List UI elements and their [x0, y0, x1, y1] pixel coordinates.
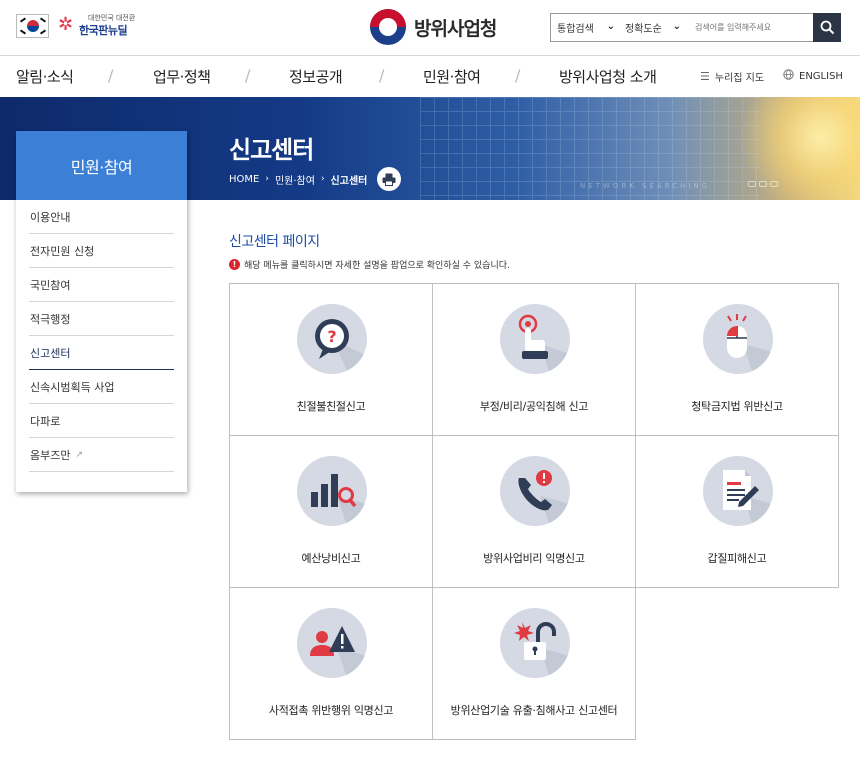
report-card-defense-corruption[interactable]: 방위사업비리 익명신고	[432, 435, 636, 588]
hand-press-icon	[500, 304, 570, 374]
side-menu-item-e-petition[interactable]: 전자민원 신청	[29, 234, 174, 268]
gnb-item-news[interactable]: 알림·소식	[16, 66, 74, 87]
breadcrumb-home[interactable]: HOME	[229, 174, 259, 185]
section-title: 신고센터 페이지	[229, 234, 320, 250]
main-navigation: 알림·소식 / 업무·정책 / 정보공개 / 민원·참여 / 방위사업청 소개 …	[0, 57, 860, 97]
print-button[interactable]	[377, 167, 402, 191]
report-card-budget-waste[interactable]: 예산낭비신고	[229, 435, 433, 588]
gnb-separator: /	[245, 66, 251, 85]
report-card-anti-graft[interactable]: 청탁금지법 위반신고	[635, 283, 839, 436]
question-bubble-icon: ?	[297, 304, 367, 374]
gnb-separator: /	[515, 66, 521, 85]
gnb-item-about[interactable]: 방위사업청 소개	[559, 66, 657, 87]
gnb-item-disclosure[interactable]: 정보공개	[289, 66, 343, 87]
report-card-label: 부정/비리/공익침해 신고	[479, 400, 589, 413]
side-menu: 민원·참여 이용안내 전자민원 신청 국민참여 적극행정 신고센터 신속시범획득…	[16, 131, 187, 492]
side-menu-item-report-center[interactable]: 신고센터	[29, 336, 174, 370]
report-card-grid: ? 친절불친절신고 부정/비리/공익침해 신고 청탁금지법 위반신고 예산낭비신…	[229, 283, 840, 741]
report-card-corruption[interactable]: 부정/비리/공익침해 신고	[432, 283, 636, 436]
search-bar: 통합검색 ⌄ 정확도순 ⌄	[550, 13, 841, 42]
printer-icon	[382, 173, 396, 186]
bar-chart-search-icon	[297, 456, 367, 526]
gnb-separator: /	[108, 66, 114, 85]
breadcrumb-current: 신고센터	[330, 175, 368, 187]
government-emblem-icon	[370, 9, 406, 45]
banner-watermark-text: NETWORK SEARCHING	[580, 182, 711, 190]
report-card-power-abuse[interactable]: 갑질피해신고	[635, 435, 839, 588]
broken-lock-icon	[500, 608, 570, 678]
dapa-logo[interactable]: 방위사업청	[370, 8, 497, 46]
breadcrumb-participation[interactable]: 민원·참여	[275, 172, 315, 187]
report-card-label: 방위산업기술 유출·침해사고 신고센터	[450, 704, 618, 717]
report-card-label: 갑질피해신고	[707, 552, 767, 565]
breadcrumb: HOME › 민원·참여 › 신고센터	[229, 167, 402, 191]
search-sort-select[interactable]: 정확도순 ⌄	[619, 14, 685, 41]
side-menu-title: 민원·참여	[16, 131, 187, 200]
top-header: ✲ 대한민국 대전환 한국판뉴딜 방위사업청 통합검색 ⌄ 정확도순 ⌄	[0, 0, 860, 56]
agency-name: 방위사업청	[414, 17, 497, 40]
side-menu-item-rapid-acquisition[interactable]: 신속시범획득 사업	[29, 370, 174, 404]
search-input[interactable]	[685, 14, 813, 41]
english-link[interactable]: ENGLISH	[783, 69, 843, 83]
report-card-label: 청탁금지법 위반신고	[691, 400, 783, 413]
page-title: 신고센터	[229, 136, 314, 164]
report-card-label: 예산낭비신고	[301, 552, 361, 565]
mouse-alert-icon	[703, 304, 773, 374]
svg-text:?: ?	[327, 327, 336, 346]
gnb-item-participation[interactable]: 민원·참여	[423, 66, 481, 87]
korean-new-deal-logo[interactable]: ✲ 대한민국 대전환 한국판뉴딜	[58, 12, 138, 40]
report-card-label: 사적접촉 위반행위 익명신고	[268, 704, 394, 717]
document-pen-icon	[703, 456, 773, 526]
sitemap-link[interactable]: ☰ 누리집 지도	[700, 69, 764, 84]
report-card-label: 방위사업비리 익명신고	[483, 552, 585, 565]
chevron-down-icon: ⌄	[606, 21, 615, 32]
report-card-kindness[interactable]: ? 친절불친절신고	[229, 283, 433, 436]
globe-icon	[783, 69, 794, 83]
banner-decoration	[748, 181, 778, 187]
report-card-private-contact[interactable]: 사적접촉 위반행위 익명신고	[229, 587, 433, 740]
new-deal-star-icon: ✲	[58, 14, 74, 35]
chevron-right-icon: ›	[265, 174, 269, 184]
person-warning-icon	[297, 608, 367, 678]
gnb-item-policy[interactable]: 업무·정책	[153, 66, 211, 87]
search-button[interactable]	[813, 13, 841, 42]
external-link-icon: ↗	[75, 449, 84, 460]
side-menu-item-guide[interactable]: 이용안내	[29, 200, 174, 234]
gnb-separator: /	[379, 66, 385, 85]
chevron-right-icon: ›	[320, 174, 325, 184]
info-note: ! 해당 메뉴를 클릭하시면 자세한 설명을 팝업으로 확인하실 수 있습니다.	[229, 258, 510, 271]
report-card-label: 친절불친절신고	[296, 400, 366, 413]
side-menu-item-dataro[interactable]: 다파로	[29, 404, 174, 438]
list-icon: ☰	[700, 70, 710, 83]
report-card-tech-leak[interactable]: 방위산업기술 유출·침해사고 신고센터	[432, 587, 636, 740]
phone-alert-icon	[500, 456, 570, 526]
alert-icon: !	[229, 259, 240, 270]
chevron-down-icon: ⌄	[672, 21, 681, 32]
side-menu-item-public-participation[interactable]: 국민참여	[29, 268, 174, 302]
side-menu-item-ombudsman[interactable]: 옴부즈만 ↗	[29, 438, 174, 472]
search-icon	[820, 20, 834, 35]
side-menu-item-proactive-admin[interactable]: 적극행정	[29, 302, 174, 336]
search-scope-select[interactable]: 통합검색 ⌄	[551, 14, 619, 41]
korea-flag-icon[interactable]	[16, 14, 49, 38]
